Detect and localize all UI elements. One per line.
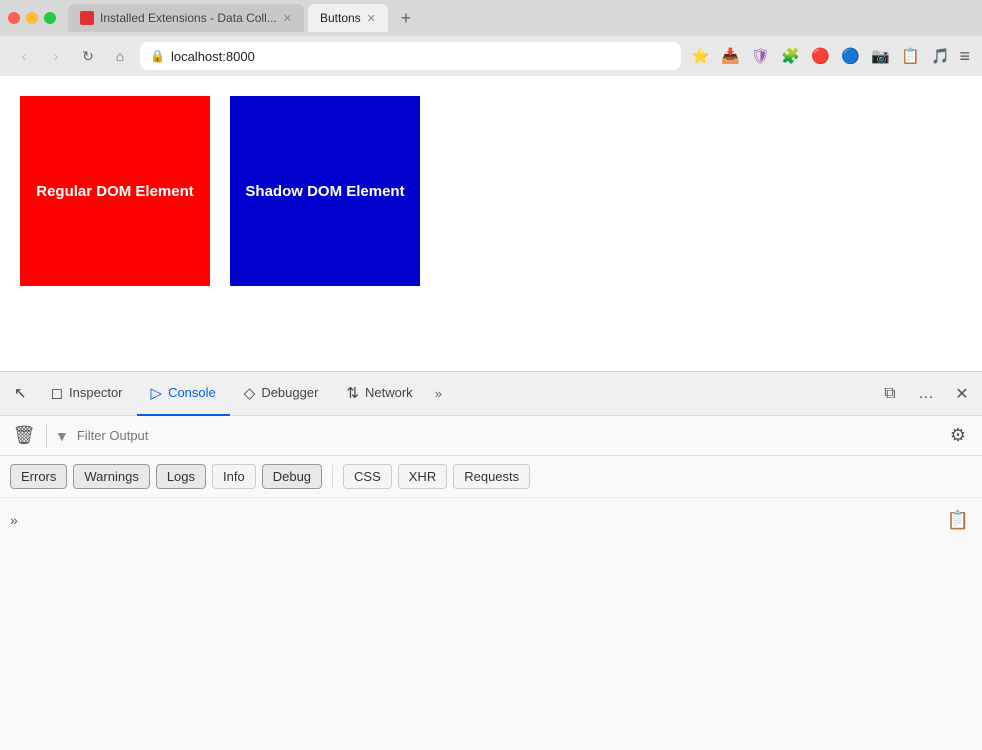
regular-dom-element-label: Regular DOM Element <box>36 183 194 200</box>
tab-label: Installed Extensions - Data Coll... <box>100 11 277 25</box>
tab-inspector[interactable]: ◻ Inspector <box>37 372 137 416</box>
debugger-icon: ◇ <box>244 384 256 402</box>
forward-button[interactable]: › <box>44 44 68 68</box>
home-button[interactable]: ⌂ <box>108 44 132 68</box>
warnings-filter-button[interactable]: Warnings <box>73 464 149 489</box>
console-settings-button[interactable]: ⚙ <box>944 422 972 450</box>
css-filter-button[interactable]: CSS <box>343 464 392 489</box>
filter-icon: ▼ <box>55 428 69 444</box>
tab-close-button[interactable]: ✕ <box>283 12 292 25</box>
console-filter-tabs: Errors Warnings Logs Info Debug CSS XHR … <box>0 456 982 498</box>
back-button[interactable]: ‹ <box>12 44 36 68</box>
traffic-light-close[interactable] <box>8 12 20 24</box>
devtools-tab-bar: ↖ ◻ Inspector ▷ Console ◇ Debugger ⇅ Net… <box>0 372 982 416</box>
shadow-dom-element: Shadow DOM Element <box>230 96 420 286</box>
cursor-icon: ↖ <box>14 384 27 402</box>
console-body: » 📋 <box>0 498 982 542</box>
lock-icon: 🔒 <box>150 49 165 63</box>
filter-output-input[interactable] <box>77 422 936 450</box>
ext4-icon[interactable]: 📷 <box>869 45 891 67</box>
errors-filter-button[interactable]: Errors <box>10 464 67 489</box>
traffic-light-maximize[interactable] <box>44 12 56 24</box>
network-icon: ⇅ <box>346 384 359 402</box>
tab-buttons[interactable]: Buttons ✕ <box>308 4 388 32</box>
ext1-icon[interactable]: 🧩 <box>779 45 801 67</box>
tab-favicon <box>80 11 94 25</box>
console-expand-button[interactable]: » <box>10 512 18 528</box>
browser-toolbar-icons: ⭐ 📥 🛡 🧩 🔴 🔵 📷 📋 🎵 ≡ <box>689 45 970 67</box>
network-label: Network <box>365 385 413 400</box>
tab-bar: Installed Extensions - Data Coll... ✕ Bu… <box>0 0 982 36</box>
devtools-action-buttons: ⧉ … ✕ <box>874 378 978 410</box>
bookmark-icon[interactable]: ⭐ <box>689 45 711 67</box>
inspector-icon: ◻ <box>51 384 63 402</box>
console-sidebar-toggle[interactable]: 📋 <box>944 506 972 534</box>
tab-close-button[interactable]: ✕ <box>367 12 376 25</box>
address-bar: ‹ › ↻ ⌂ 🔒 localhost:8000 ⭐ 📥 🛡 🧩 🔴 🔵 📷 📋… <box>0 36 982 76</box>
devtools-close-button[interactable]: ✕ <box>946 378 978 410</box>
devtools-panel: ↖ ◻ Inspector ▷ Console ◇ Debugger ⇅ Net… <box>0 371 982 750</box>
devtools-dock-button[interactable]: ⧉ <box>874 378 906 410</box>
info-filter-button[interactable]: Info <box>212 464 256 489</box>
toolbar-divider <box>46 424 47 448</box>
console-icon: ▷ <box>151 384 163 402</box>
reload-button[interactable]: ↻ <box>76 44 100 68</box>
tab-console[interactable]: ▷ Console <box>137 372 230 416</box>
debug-filter-button[interactable]: Debug <box>262 464 322 489</box>
shadow-dom-element-label: Shadow DOM Element <box>245 183 404 200</box>
page-content: Regular DOM Element Shadow DOM Element <box>0 76 982 371</box>
url-display: localhost:8000 <box>171 49 672 64</box>
shield-icon[interactable]: 🛡 <box>749 45 771 67</box>
ext3-icon[interactable]: 🔵 <box>839 45 861 67</box>
tab-network[interactable]: ⇅ Network <box>332 372 426 416</box>
browser-chrome: Installed Extensions - Data Coll... ✕ Bu… <box>0 0 982 76</box>
console-label: Console <box>168 385 216 400</box>
clear-console-button[interactable]: 🗑 <box>10 422 38 450</box>
traffic-lights <box>8 12 56 24</box>
debugger-label: Debugger <box>261 385 318 400</box>
filter-separator <box>332 465 333 489</box>
regular-dom-element: Regular DOM Element <box>20 96 210 286</box>
devtools-overflow-button[interactable]: … <box>910 378 942 410</box>
logs-filter-button[interactable]: Logs <box>156 464 206 489</box>
address-input[interactable]: 🔒 localhost:8000 <box>140 42 681 70</box>
new-tab-button[interactable]: + <box>392 4 420 32</box>
tab-label: Buttons <box>320 11 361 25</box>
ext2-icon[interactable]: 🔴 <box>809 45 831 67</box>
tab-debugger[interactable]: ◇ Debugger <box>230 372 333 416</box>
inspector-label: Inspector <box>69 385 122 400</box>
pocket-icon[interactable]: 📥 <box>719 45 741 67</box>
browser-menu-button[interactable]: ≡ <box>959 46 970 67</box>
devtools-cursor-tab[interactable]: ↖ <box>4 372 37 416</box>
tab-installed-extensions[interactable]: Installed Extensions - Data Coll... ✕ <box>68 4 304 32</box>
traffic-light-minimize[interactable] <box>26 12 38 24</box>
console-toolbar: 🗑 ▼ ⚙ <box>0 416 982 456</box>
xhr-filter-button[interactable]: XHR <box>398 464 447 489</box>
ext5-icon[interactable]: 📋 <box>899 45 921 67</box>
devtools-more-tabs-button[interactable]: » <box>427 372 450 416</box>
requests-filter-button[interactable]: Requests <box>453 464 530 489</box>
ext6-icon[interactable]: 🎵 <box>929 45 951 67</box>
